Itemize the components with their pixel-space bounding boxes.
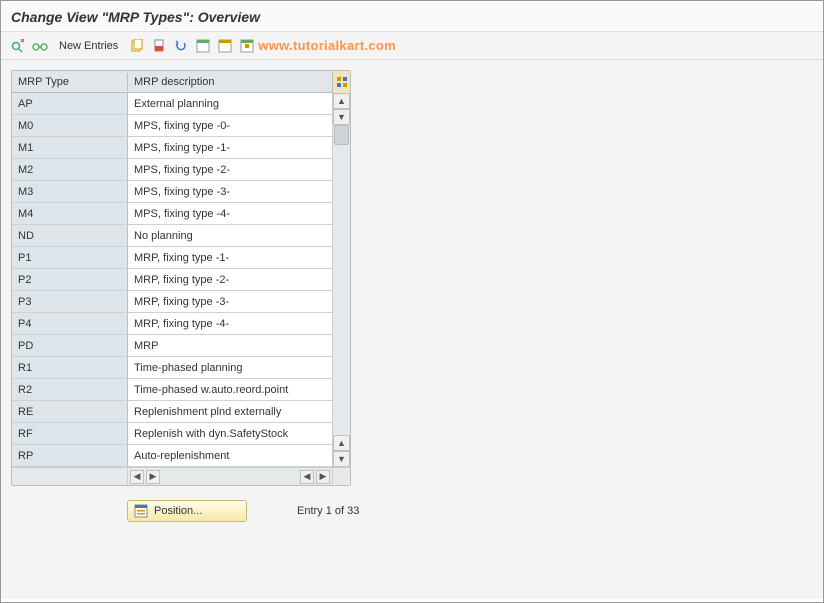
- table-row[interactable]: PDMRP: [12, 335, 350, 357]
- cell-mrp-desc[interactable]: No planning: [128, 225, 332, 246]
- cell-mrp-type[interactable]: P4: [12, 313, 128, 334]
- table-row[interactable]: R1Time-phased planning: [12, 357, 350, 379]
- scroll-right-button-2[interactable]: ▶: [316, 470, 330, 484]
- watermark-text: www.tutorialkart.com: [258, 38, 396, 53]
- scroll-down-button-2[interactable]: ▼: [333, 451, 350, 467]
- table-row[interactable]: M0MPS, fixing type -0-: [12, 115, 350, 137]
- cell-mrp-desc[interactable]: External planning: [128, 93, 332, 114]
- glasses-icon[interactable]: [31, 37, 49, 55]
- cell-mrp-type[interactable]: R1: [12, 357, 128, 378]
- table-row[interactable]: P1MRP, fixing type -1-: [12, 247, 350, 269]
- page-title: Change View "MRP Types": Overview: [1, 1, 823, 32]
- mrp-types-table: MRP Type MRP description APExternal plan…: [11, 70, 351, 486]
- table-row[interactable]: P3MRP, fixing type -3-: [12, 291, 350, 313]
- table-settings-icon[interactable]: [238, 37, 256, 55]
- cell-mrp-desc[interactable]: MPS, fixing type -4-: [128, 203, 332, 224]
- cell-mrp-desc[interactable]: Auto-replenishment: [128, 445, 332, 466]
- cell-mrp-type[interactable]: RF: [12, 423, 128, 444]
- cell-mrp-desc[interactable]: Time-phased planning: [128, 357, 332, 378]
- cell-mrp-type[interactable]: RP: [12, 445, 128, 466]
- position-button[interactable]: Position...: [127, 500, 247, 522]
- table-row[interactable]: NDNo planning: [12, 225, 350, 247]
- cell-mrp-desc[interactable]: MPS, fixing type -2-: [128, 159, 332, 180]
- cell-mrp-type[interactable]: P1: [12, 247, 128, 268]
- table-row[interactable]: M4MPS, fixing type -4-: [12, 203, 350, 225]
- horizontal-scrollbar: ◀ ▶ ◀ ▶: [12, 467, 350, 485]
- cell-mrp-type[interactable]: M2: [12, 159, 128, 180]
- vertical-scrollbar[interactable]: ▲ ▼ ▲ ▼: [332, 93, 350, 467]
- table-row[interactable]: APExternal planning: [12, 93, 350, 115]
- position-button-label: Position...: [154, 505, 202, 517]
- cell-mrp-type[interactable]: M0: [12, 115, 128, 136]
- scroll-down-button[interactable]: ▼: [333, 109, 350, 125]
- cell-mrp-type[interactable]: P3: [12, 291, 128, 312]
- scroll-up-button[interactable]: ▲: [333, 93, 350, 109]
- column-header-type[interactable]: MRP Type: [12, 73, 128, 91]
- cell-mrp-type[interactable]: AP: [12, 93, 128, 114]
- table-row[interactable]: RPAuto-replenishment: [12, 445, 350, 467]
- cell-mrp-desc[interactable]: MRP, fixing type -2-: [128, 269, 332, 290]
- scroll-left-button-2[interactable]: ◀: [300, 470, 314, 484]
- table-row[interactable]: R2Time-phased w.auto.reord.point: [12, 379, 350, 401]
- cell-mrp-type[interactable]: M1: [12, 137, 128, 158]
- table-config-icon[interactable]: [332, 71, 350, 93]
- position-icon: [134, 504, 148, 518]
- table-row[interactable]: RFReplenish with dyn.SafetyStock: [12, 423, 350, 445]
- toolbar: New Entries www.tutorialkart.com: [1, 32, 823, 60]
- table-row[interactable]: P4MRP, fixing type -4-: [12, 313, 350, 335]
- cell-mrp-desc[interactable]: MPS, fixing type -1-: [128, 137, 332, 158]
- cell-mrp-desc[interactable]: MRP, fixing type -4-: [128, 313, 332, 334]
- cell-mrp-desc[interactable]: Time-phased w.auto.reord.point: [128, 379, 332, 400]
- column-header-desc[interactable]: MRP description: [128, 73, 332, 91]
- cell-mrp-type[interactable]: ND: [12, 225, 128, 246]
- cell-mrp-type[interactable]: P2: [12, 269, 128, 290]
- table-row[interactable]: M2MPS, fixing type -2-: [12, 159, 350, 181]
- delete-icon[interactable]: [150, 37, 168, 55]
- new-entries-button[interactable]: New Entries: [53, 38, 124, 54]
- scroll-up-button-2[interactable]: ▲: [333, 435, 350, 451]
- undo-icon[interactable]: [172, 37, 190, 55]
- cell-mrp-type[interactable]: M4: [12, 203, 128, 224]
- cell-mrp-type[interactable]: RE: [12, 401, 128, 422]
- table-row[interactable]: M3MPS, fixing type -3-: [12, 181, 350, 203]
- toggle-display-icon[interactable]: [9, 37, 27, 55]
- table-header-row: MRP Type MRP description: [12, 71, 350, 93]
- scroll-thumb[interactable]: [334, 125, 349, 145]
- copy-icon[interactable]: [128, 37, 146, 55]
- cell-mrp-desc[interactable]: Replenishment plnd externally: [128, 401, 332, 422]
- cell-mrp-desc[interactable]: MPS, fixing type -0-: [128, 115, 332, 136]
- select-all-icon[interactable]: [194, 37, 212, 55]
- cell-mrp-type[interactable]: PD: [12, 335, 128, 356]
- cell-mrp-desc[interactable]: MRP: [128, 335, 332, 356]
- scroll-track[interactable]: [333, 125, 350, 435]
- scroll-left-button[interactable]: ◀: [130, 470, 144, 484]
- cell-mrp-desc[interactable]: MPS, fixing type -3-: [128, 181, 332, 202]
- table-row[interactable]: REReplenishment plnd externally: [12, 401, 350, 423]
- table-row[interactable]: M1MPS, fixing type -1-: [12, 137, 350, 159]
- cell-mrp-desc[interactable]: Replenish with dyn.SafetyStock: [128, 423, 332, 444]
- cell-mrp-type[interactable]: M3: [12, 181, 128, 202]
- cell-mrp-desc[interactable]: MRP, fixing type -1-: [128, 247, 332, 268]
- entry-status-text: Entry 1 of 33: [297, 505, 359, 517]
- cell-mrp-type[interactable]: R2: [12, 379, 128, 400]
- table-row[interactable]: P2MRP, fixing type -2-: [12, 269, 350, 291]
- deselect-all-icon[interactable]: [216, 37, 234, 55]
- cell-mrp-desc[interactable]: MRP, fixing type -3-: [128, 291, 332, 312]
- scroll-right-button[interactable]: ▶: [146, 470, 160, 484]
